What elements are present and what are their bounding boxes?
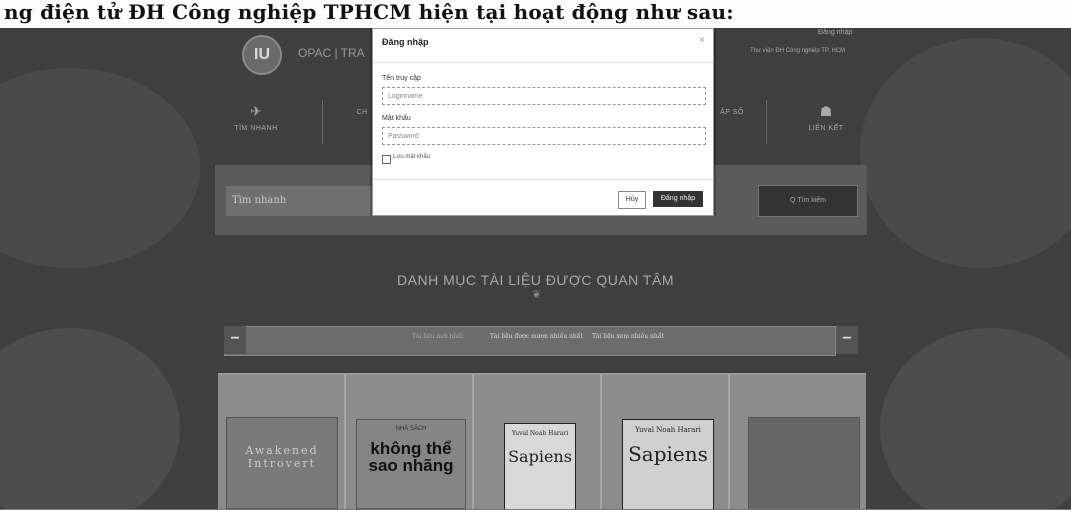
book-title: không thể sao nhãng — [368, 439, 454, 475]
book-cover[interactable]: NHÀ SÁCH không thể sao nhãng — [356, 419, 466, 509]
next-arrow-button[interactable]: − — [836, 326, 858, 354]
book-card[interactable]: Yuval Noah Harari Sapiens — [602, 375, 730, 510]
nav-label: TÌM NHANH — [234, 125, 278, 132]
sitemap-icon: ☗ — [819, 103, 833, 119]
login-modal: Đăng nhập × Tên truy cập Mật khẩu Lưu mậ… — [372, 28, 714, 216]
rocket-icon: ✈ — [250, 103, 262, 119]
book-card[interactable]: Yuval Noah Harari Sapiens — [474, 375, 602, 510]
book-card[interactable]: NHÀ SÁCH không thể sao nhãng — [346, 375, 474, 510]
search-button[interactable]: Q Tìm kiếm — [758, 185, 858, 217]
username-label: Tên truy cập — [382, 75, 421, 82]
tab-most-viewed[interactable]: Tài liệu xem nhiều nhất — [592, 333, 664, 340]
password-label: Mật khẩu — [382, 115, 411, 122]
prev-arrow-button[interactable]: − — [224, 326, 246, 354]
page-background: IU OPAC | TRA Thư viện ĐH Công nghiệp TP… — [0, 28, 1071, 510]
caption-text: ng điện tử ĐH Công nghiệp TPHCM hiện tại… — [4, 0, 734, 24]
library-name: Thư viện ĐH Công nghiệp TP. HCM — [750, 48, 846, 54]
cancel-button[interactable]: Hủy — [618, 191, 646, 209]
modal-title: Đăng nhập — [382, 37, 429, 47]
background-decoration — [0, 68, 200, 268]
nav-item-digital[interactable]: ẬP SỐ — [712, 103, 752, 116]
nav-divider — [766, 100, 767, 144]
tab-newest[interactable]: Tài liệu mới nhất — [412, 333, 463, 340]
modal-divider — [373, 179, 713, 180]
catalog-title: DANH MỤC TÀI LIỆU ĐƯỢC QUAN TÂM — [397, 272, 674, 288]
header-login-link[interactable]: Đăng nhập — [818, 29, 852, 36]
catalog-tabs-bar — [224, 326, 836, 356]
nav-label: ẬP SỐ — [720, 109, 744, 116]
modal-divider — [373, 62, 713, 63]
book-card[interactable] — [730, 375, 866, 510]
background-decoration — [0, 328, 180, 510]
nav-divider — [322, 100, 323, 144]
tab-most-borrowed[interactable]: Tài liệu được mượn nhiều nhất — [490, 333, 583, 340]
opac-page: IU OPAC | TRA Thư viện ĐH Công nghiệp TP… — [0, 28, 1071, 510]
book-title: Sapiens — [508, 447, 572, 466]
book-author: Yuval Noah Harari — [511, 430, 569, 437]
book-cover[interactable]: Yuval Noah Harari Sapiens — [622, 419, 714, 510]
nav-item-links[interactable]: ☗ LIÊN KẾT — [796, 103, 856, 132]
username-input[interactable] — [382, 87, 706, 105]
book-cover[interactable]: Awakened Introvert — [226, 417, 338, 509]
close-icon[interactable]: × — [699, 35, 705, 46]
book-card[interactable]: Awakened Introvert — [218, 375, 346, 510]
book-author: Yuval Noah Harari — [635, 426, 701, 434]
remember-label: Lưu mật khẩu — [393, 154, 431, 160]
book-cover[interactable] — [748, 417, 860, 510]
site-logo[interactable]: IU — [242, 35, 282, 75]
document-caption: ng điện tử ĐH Công nghiệp TPHCM hiện tại… — [0, 0, 1071, 28]
site-name: OPAC | TRA — [298, 46, 365, 60]
login-button[interactable]: Đăng nhập — [653, 191, 703, 207]
book-subtitle: NHÀ SÁCH — [395, 426, 427, 432]
nav-item-quick-search[interactable]: ✈ TÌM NHANH — [232, 103, 280, 132]
ornament-icon: ❦ — [532, 289, 542, 301]
background-decoration — [860, 38, 1071, 268]
nav-label: CH — [356, 109, 368, 116]
background-decoration — [880, 328, 1071, 510]
nav-label: LIÊN KẾT — [808, 125, 844, 132]
remember-checkbox[interactable] — [382, 155, 391, 164]
book-title: Sapiens — [628, 442, 708, 466]
book-title: Awakened Introvert — [245, 444, 319, 470]
password-input[interactable] — [382, 127, 706, 145]
nav-item-2[interactable]: CH — [352, 103, 372, 116]
book-cover[interactable]: Yuval Noah Harari Sapiens — [504, 423, 576, 510]
